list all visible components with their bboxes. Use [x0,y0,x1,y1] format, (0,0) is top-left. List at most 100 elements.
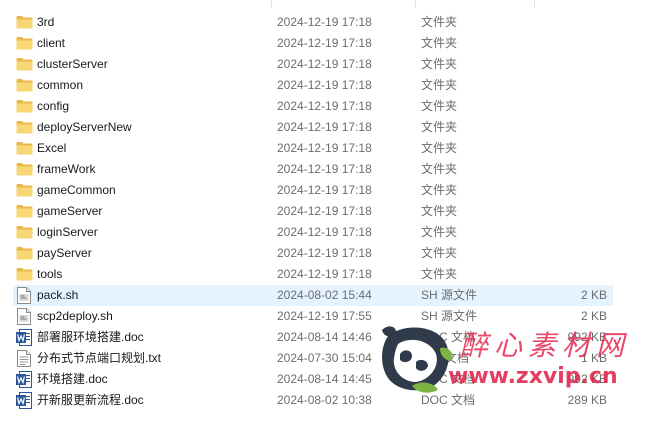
file-name[interactable]: 部署服环境搭建.doc [37,327,267,348]
file-name[interactable]: 开新服更新流程.doc [37,390,267,411]
folder-icon [16,138,34,159]
file-row[interactable]: 分布式节点端口规划.txt 2024-07-30 15:04 文本文档 1 KB [13,348,613,369]
file-size [537,75,607,96]
file-size: 1 KB [580,351,607,365]
file-size [537,12,607,33]
file-size [537,159,607,180]
file-row[interactable]: common 2024-12-19 17:18 文件夹 [13,75,613,96]
file-modified-date: 2024-08-14 14:46 [277,330,372,344]
file-name[interactable]: 环境搭建.doc [37,369,267,390]
file-type: SH 源文件 [421,288,478,302]
file-row[interactable]: Excel 2024-12-19 17:18 文件夹 [13,138,613,159]
file-type: 文件夹 [421,15,458,29]
file-modified-date: 2024-12-19 17:18 [277,225,372,239]
folder-icon [16,201,34,222]
file-row[interactable]: gameServer 2024-12-19 17:18 文件夹 [13,201,613,222]
file-size: 2 KB [580,288,607,302]
file-type: 文件夹 [421,99,458,113]
sh-file-icon [16,285,34,306]
file-name[interactable]: config [37,96,267,117]
file-modified-date: 2024-12-19 17:18 [277,141,372,155]
file-size [537,117,607,138]
file-row[interactable]: client 2024-12-19 17:18 文件夹 [13,33,613,54]
column-separator[interactable] [415,0,416,8]
file-name[interactable]: 分布式节点端口规划.txt [37,348,267,369]
file-size [537,138,607,159]
column-separator[interactable] [271,0,272,8]
file-row[interactable]: 环境搭建.doc 2024-08-14 14:45 DOC 文档 992 KB [13,369,613,390]
file-name[interactable]: deployServerNew [37,117,267,138]
file-row[interactable]: payServer 2024-12-19 17:18 文件夹 [13,243,613,264]
file-type: 文件夹 [421,141,458,155]
file-type: DOC 文档 [421,393,476,407]
file-size: 2 KB [580,309,607,323]
file-row[interactable]: clusterServer 2024-12-19 17:18 文件夹 [13,54,613,75]
file-row[interactable]: gameCommon 2024-12-19 17:18 文件夹 [13,180,613,201]
file-name[interactable]: payServer [37,243,267,264]
file-modified-date: 2024-08-02 10:38 [277,393,372,407]
file-row[interactable]: 开新服更新流程.doc 2024-08-02 10:38 DOC 文档 289 KB [13,390,613,411]
folder-icon [16,180,34,201]
file-modified-date: 2024-12-19 17:18 [277,204,372,218]
file-row[interactable]: tools 2024-12-19 17:18 文件夹 [13,264,613,285]
folder-icon [16,75,34,96]
file-name[interactable]: client [37,33,267,54]
file-name[interactable]: loginServer [37,222,267,243]
file-size [537,264,607,285]
file-row[interactable]: frameWork 2024-12-19 17:18 文件夹 [13,159,613,180]
file-type: 文本文档 [421,351,470,365]
file-modified-date: 2024-12-19 17:18 [277,78,372,92]
file-row[interactable]: 3rd 2024-12-19 17:18 文件夹 [13,12,613,33]
file-modified-date: 2024-08-02 15:44 [277,288,372,302]
file-size [537,243,607,264]
file-modified-date: 2024-12-19 17:18 [277,162,372,176]
file-name[interactable]: common [37,75,267,96]
text-file-icon [16,348,34,369]
folder-icon [16,96,34,117]
file-modified-date: 2024-12-19 17:18 [277,36,372,50]
file-size [537,96,607,117]
folder-icon [16,117,34,138]
folder-icon [16,222,34,243]
file-list-view: 3rd 2024-12-19 17:18 文件夹 client 2024-12-19 1… [0,0,653,442]
folder-icon [16,12,34,33]
file-row[interactable]: deployServerNew 2024-12-19 17:18 文件夹 [13,117,613,138]
file-size: 289 KB [567,393,607,407]
file-name[interactable]: 3rd [37,12,267,33]
file-type: SH 源文件 [421,309,478,323]
folder-icon [16,33,34,54]
file-size [537,54,607,75]
file-row[interactable]: config 2024-12-19 17:18 文件夹 [13,96,613,117]
file-type: 文件夹 [421,267,458,281]
file-name[interactable]: Excel [37,138,267,159]
file-name[interactable]: gameCommon [37,180,267,201]
file-row[interactable]: loginServer 2024-12-19 17:18 文件夹 [13,222,613,243]
file-size: 992 KB [567,372,607,386]
file-modified-date: 2024-12-19 17:55 [277,309,372,323]
file-row[interactable]: 部署服环境搭建.doc 2024-08-14 14:46 DOC 文档 992 KB [13,327,613,348]
folder-icon [16,159,34,180]
sh-file-icon [16,306,34,327]
file-name[interactable]: pack.sh [37,285,267,306]
file-size [537,222,607,243]
file-type: 文件夹 [421,204,458,218]
column-separator[interactable] [534,0,535,8]
file-modified-date: 2024-12-19 17:18 [277,57,372,71]
file-type: 文件夹 [421,183,458,197]
file-name[interactable]: clusterServer [37,54,267,75]
word-doc-icon [16,369,34,390]
file-modified-date: 2024-07-30 15:04 [277,351,372,365]
file-type: 文件夹 [421,57,458,71]
file-name[interactable]: scp2deploy.sh [37,306,267,327]
file-row[interactable]: pack.sh 2024-08-02 15:44 SH 源文件 2 KB [13,285,613,306]
file-name[interactable]: frameWork [37,159,267,180]
file-type: 文件夹 [421,246,458,260]
folder-icon [16,54,34,75]
file-type: DOC 文档 [421,330,476,344]
file-size [537,201,607,222]
file-name[interactable]: tools [37,264,267,285]
word-doc-icon [16,327,34,348]
file-name[interactable]: gameServer [37,201,267,222]
file-size [537,33,607,54]
file-row[interactable]: scp2deploy.sh 2024-12-19 17:55 SH 源文件 2 KB [13,306,613,327]
